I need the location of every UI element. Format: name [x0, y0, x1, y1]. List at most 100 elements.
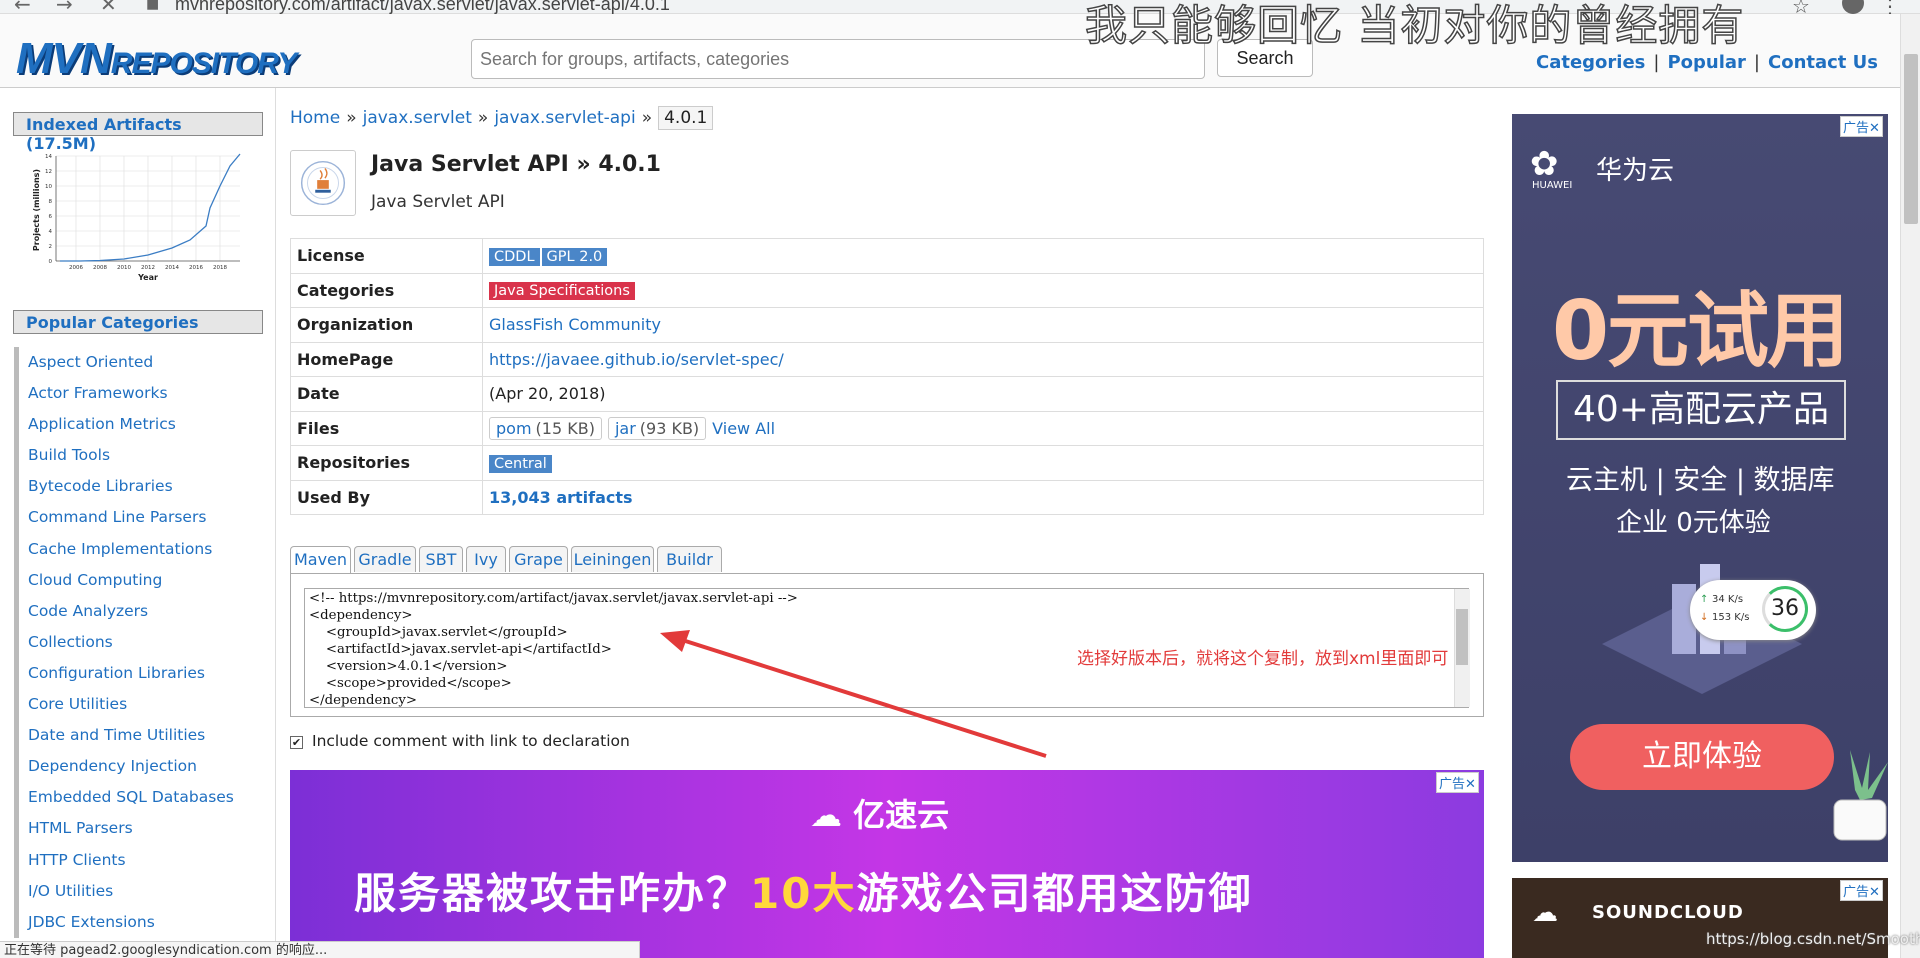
chart-ylabel: Projects (millions) [32, 169, 41, 251]
tab-gradle[interactable]: Gradle [354, 546, 416, 572]
artifact-subtitle: Java Servlet API [371, 192, 505, 212]
annotation-text: 选择好版本后，就将这个复制，放到xml里面即可 [1077, 649, 1449, 669]
category-link[interactable]: Application Metrics [14, 409, 264, 441]
ad-line2: 云主机 | 安全 | 数据库 [1566, 465, 1835, 496]
table-row: Organization GlassFish Community [290, 307, 1484, 343]
chart-line [60, 153, 241, 262]
code-scroll-thumb[interactable] [1456, 609, 1468, 665]
site-logo[interactable]: MVNREPOSITORY [16, 34, 297, 84]
artifact-logo-icon [290, 150, 356, 216]
breadcrumb-group[interactable]: javax.servlet [363, 108, 472, 128]
pom-link[interactable]: pom [496, 419, 532, 438]
nav-contact[interactable]: Contact Us [1768, 52, 1878, 73]
chart-xlabel: Year [137, 273, 158, 282]
category-link[interactable]: Embedded SQL Databases [14, 782, 264, 814]
homepage-label: HomePage [290, 341, 483, 377]
tab-buildr[interactable]: Buildr [657, 546, 722, 572]
category-link[interactable]: Command Line Parsers [14, 502, 264, 534]
category-link[interactable]: I/O Utilities [14, 875, 264, 907]
nav-categories[interactable]: Categories [1536, 52, 1645, 73]
nav-separator: | [1653, 52, 1660, 73]
category-link[interactable]: Cloud Computing [14, 564, 264, 596]
table-row: Used By 13,043 artifacts [290, 479, 1484, 515]
category-link[interactable]: Date and Time Utilities [14, 720, 264, 752]
category-link[interactable]: Core Utilities [14, 689, 264, 721]
indexed-artifacts-header[interactable]: Indexed Artifacts (17.5M) [13, 112, 263, 153]
plant-decoration-icon [1833, 750, 1888, 841]
category-link[interactable]: JDBC Extensions [14, 906, 264, 938]
x-tick: 2008 [93, 265, 107, 271]
upload-speed: 34 K/s [1712, 594, 1744, 605]
category-link[interactable]: Build Tools [14, 440, 264, 472]
bottom-advertisement[interactable]: ☁ 亿速云 服务器被攻击咋办？10大游戏公司都用这防御 广告✕ [290, 770, 1484, 958]
category-link[interactable]: Code Analyzers [14, 595, 264, 627]
ad-close-icon: ✕ [1465, 777, 1476, 792]
jar-link[interactable]: jar [615, 419, 636, 438]
breadcrumb-artifact[interactable]: javax.servlet-api [494, 108, 635, 128]
watermark: https://blog.csdn.net/Smooth [1706, 930, 1920, 948]
x-tick: 2012 [141, 265, 155, 271]
x-tick: 2018 [213, 265, 227, 271]
page-scrollbar[interactable] [1900, 14, 1920, 958]
breadcrumb-home[interactable]: Home [290, 108, 340, 128]
table-row: Files pom (15 KB) jar (93 KB) View All [290, 410, 1484, 446]
build-tool-tabs: Maven Gradle SBT Ivy Grape Leiningen Buildr [290, 546, 1484, 573]
ad-brand-sub: HUAWEI [1532, 180, 1573, 191]
ad-line3: 企业 0元体验 [1616, 508, 1771, 538]
x-tick: 2006 [69, 265, 83, 271]
tab-leiningen[interactable]: Leiningen [571, 546, 654, 572]
x-tick: 2016 [189, 265, 203, 271]
ad-cta-button[interactable]: 立即体验 [1570, 724, 1834, 790]
organization-label: Organization [290, 307, 483, 343]
categories-label: Categories [290, 272, 483, 308]
indexed-artifacts-chart: 14 12 10 8 6 4 2 0 2006 2008 2010 2012 2014 2016 2018… [32, 153, 241, 282]
category-link[interactable]: Actor Frameworks [14, 378, 264, 410]
overlay-caption: 我只能够回忆 当初对你的曾经拥有 [1084, 0, 1745, 51]
category-link[interactable]: HTTP Clients [14, 844, 264, 876]
files-label: Files [290, 410, 483, 446]
category-link[interactable]: Collections [14, 626, 264, 658]
ad-headline: 服务器被攻击咋办？10大游戏公司都用这防御 [354, 869, 1253, 918]
ad-tag[interactable]: 广告✕ [1840, 116, 1883, 137]
popular-categories-header[interactable]: Popular Categories [13, 310, 263, 334]
soundcloud-logo-icon: ☁ [1532, 898, 1558, 928]
speed-widget: ↑ 34 K/s ↓ 153 K/s 36 [1690, 580, 1816, 640]
ad-tag[interactable]: 广告✕ [1436, 772, 1479, 793]
license-badge[interactable]: GPL 2.0 [541, 247, 608, 266]
category-list: Aspect Oriented Actor Frameworks Applicati… [14, 347, 264, 938]
used-by-link[interactable]: 13,043 artifacts [489, 488, 633, 507]
jar-file: jar (93 KB) [607, 416, 707, 440]
page-scroll-thumb[interactable] [1904, 54, 1918, 224]
category-link[interactable]: Dependency Injection [14, 751, 264, 783]
table-row: Repositories Central [290, 445, 1484, 481]
include-comment-checkbox[interactable]: ✔ [290, 736, 303, 749]
view-all-link[interactable]: View All [712, 419, 775, 438]
category-link[interactable]: Cache Implementations [14, 533, 264, 565]
category-link[interactable]: Bytecode Libraries [14, 471, 264, 503]
category-link[interactable]: HTML Parsers [14, 813, 264, 845]
category-badge[interactable]: Java Specifications [489, 282, 635, 301]
table-row: Categories Java Specifications [290, 272, 1484, 308]
repository-badge[interactable]: Central [489, 454, 552, 473]
profile-icon[interactable] [1842, 0, 1864, 14]
ad-tag[interactable]: 广告✕ [1840, 880, 1883, 901]
category-link[interactable]: Aspect Oriented [14, 347, 264, 379]
pom-file: pom (15 KB) [489, 416, 602, 440]
ad-brand: 华为云 [1596, 156, 1675, 186]
huawei-logo-icon: ✿ [1530, 144, 1559, 184]
tab-maven[interactable]: Maven [290, 546, 351, 573]
used-by-label: Used By [290, 479, 483, 515]
code-scrollbar[interactable] [1454, 589, 1470, 707]
y-tick: 4 [49, 229, 53, 235]
address-bar[interactable]: mvnrepository.com/artifact/javax.servlet… [175, 0, 670, 15]
category-link[interactable]: Configuration Libraries [14, 657, 264, 690]
ad-brand: SOUNDCLOUD [1592, 902, 1744, 923]
organization-link[interactable]: GlassFish Community [489, 315, 661, 334]
ad-big-text: 0元试用 [1552, 284, 1849, 379]
tab-sbt[interactable]: SBT [419, 546, 463, 572]
tab-grape[interactable]: Grape [509, 546, 568, 572]
homepage-link[interactable]: https://javaee.github.io/servlet-spec/ [489, 350, 784, 369]
nav-popular[interactable]: Popular [1667, 52, 1745, 73]
license-badge[interactable]: CDDL [489, 247, 540, 266]
tab-ivy[interactable]: Ivy [466, 546, 506, 572]
